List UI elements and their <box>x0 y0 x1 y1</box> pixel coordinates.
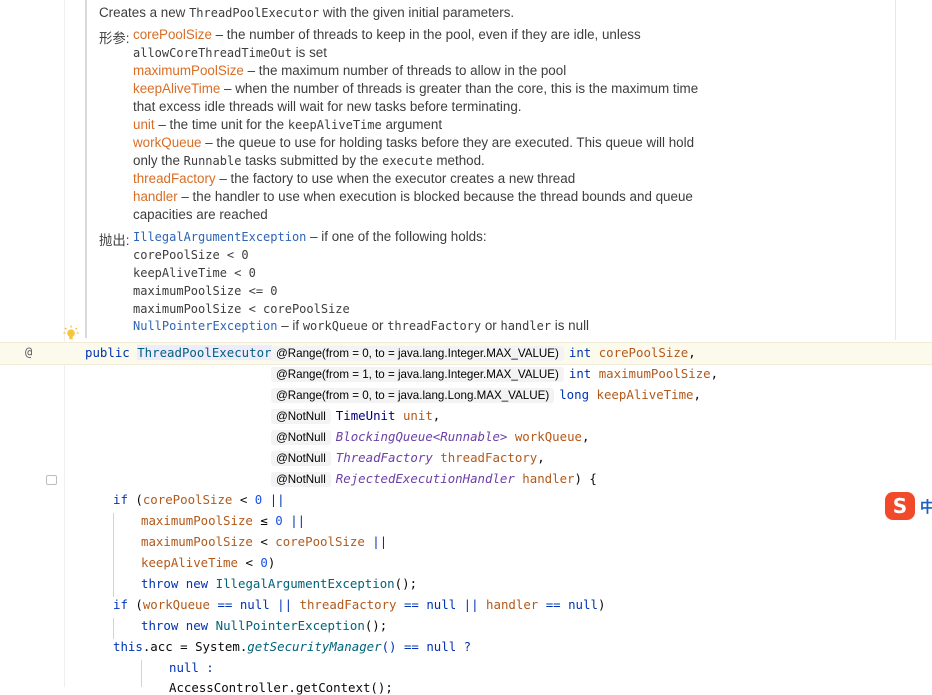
param-name: unit <box>133 117 155 132</box>
param-name: workQueue <box>133 135 202 150</box>
param-name: corePoolSize <box>133 27 212 42</box>
code-line-throw[interactable]: throw new NullPointerException(); <box>141 618 387 633</box>
code-line-cond[interactable]: keepAliveTime < 0) <box>141 555 275 570</box>
code-param-line[interactable]: @Range(from = 1, to = java.lang.Integer.… <box>271 366 718 382</box>
code-line-if[interactable]: if (workQueue == null || threadFactory =… <box>113 597 605 612</box>
inlay-hint-range: @Range(from = 0, to = java.lang.Long.MAX… <box>271 388 555 403</box>
throws-condition: maximumPoolSize < corePoolSize <box>133 302 350 316</box>
code-param-line[interactable]: @Range(from = 0, to = java.lang.Long.MAX… <box>271 387 701 403</box>
param-name: threadFactory <box>133 171 216 186</box>
param-workqueue-cont: only the Runnable tasks submitted by the… <box>133 153 485 168</box>
param-handler: handler – the handler to use when execut… <box>133 189 693 204</box>
throws-condition: corePoolSize < 0 <box>133 248 249 262</box>
inlay-hint-notnull: @NotNull <box>271 451 331 466</box>
code-line-cond[interactable]: maximumPoolSize ≤ 0 || <box>141 513 305 528</box>
param-keepalivetime: keepAliveTime – when the number of threa… <box>133 81 699 96</box>
code-line-cond[interactable]: maximumPoolSize < corePoolSize || <box>141 534 387 549</box>
javadoc-left-border <box>85 0 87 338</box>
indent-guide <box>113 513 114 597</box>
param-maximumpoolsize: maximumPoolSize – the maximum number of … <box>133 63 567 78</box>
illegal-argument-exception-link[interactable]: IllegalArgumentException <box>133 230 306 244</box>
code-line-if[interactable]: if (corePoolSize < 0 || <box>113 492 285 507</box>
sogou-logo-icon[interactable]: S <box>885 492 915 520</box>
inlay-hint-range: @Range(from = 0, to = java.lang.Integer.… <box>271 346 564 361</box>
inlay-hint-notnull: @NotNull <box>271 472 331 487</box>
code-line-partial[interactable]: AccessController.getContext(); <box>169 680 393 695</box>
indent-guide <box>113 618 114 639</box>
inlay-hint-notnull: @NotNull <box>271 409 331 424</box>
throws-label: 抛出: <box>99 233 130 248</box>
throws-condition: keepAliveTime < 0 <box>133 266 256 280</box>
code-line-throw[interactable]: throw new IllegalArgumentException(); <box>141 576 417 591</box>
param-keepalivetime-cont: that excess idle threads will wait for n… <box>133 99 522 114</box>
code-line-assign[interactable]: this.acc = System.getSecurityManager() =… <box>113 639 471 654</box>
params-label: 形参: <box>99 31 130 46</box>
code-param-line[interactable]: @Range(from = 0, to = java.lang.Integer.… <box>271 345 696 361</box>
param-corepoolsize: corePoolSize – the number of threads to … <box>133 27 641 42</box>
inlay-hint-notnull: @NotNull <box>271 430 331 445</box>
javadoc-right-border <box>895 0 896 340</box>
constructor-name[interactable]: ThreadPoolExecutor <box>137 345 272 360</box>
param-handler-cont: capacities are reached <box>133 207 268 222</box>
param-workqueue: workQueue – the queue to use for holding… <box>133 135 695 150</box>
fold-marker-icon[interactable] <box>46 475 57 485</box>
param-name: handler <box>133 189 178 204</box>
throws-iae: IllegalArgumentException – if one of the… <box>133 229 487 244</box>
ime-mode-label[interactable]: 中 <box>920 496 932 517</box>
indent-guide <box>141 660 142 687</box>
doc-intro: Creates a new ThreadPoolExecutor with th… <box>99 5 515 20</box>
param-name: keepAliveTime <box>133 81 221 96</box>
throws-npe: NullPointerException – if workQueue or t… <box>133 318 590 333</box>
ime-toolbar[interactable]: S 中 <box>885 490 932 522</box>
param-threadfactory: threadFactory – the factory to use when … <box>133 171 576 186</box>
code-param-line[interactable]: @NotNull RejectedExecutionHandler handler… <box>271 471 597 487</box>
code-line-null[interactable]: null : <box>169 660 214 675</box>
param-corepoolsize-cont: allowCoreThreadTimeOut is set <box>133 45 327 60</box>
code-line-constructor[interactable]: public ThreadPoolExecutor( <box>85 345 279 360</box>
code-param-line[interactable]: @NotNull TimeUnit unit, <box>271 408 440 424</box>
param-name: maximumPoolSize <box>133 63 244 78</box>
throws-condition: maximumPoolSize <= 0 <box>133 284 278 298</box>
code-param-line[interactable]: @NotNull ThreadFactory threadFactory, <box>271 450 545 466</box>
code-param-line[interactable]: @NotNull BlockingQueue<Runnable> workQueu… <box>271 429 589 445</box>
lightbulb-icon[interactable] <box>63 325 79 341</box>
param-unit: unit – the time unit for the keepAliveTi… <box>133 117 443 132</box>
inlay-hint-range: @Range(from = 1, to = java.lang.Integer.… <box>271 367 564 382</box>
null-pointer-exception-link[interactable]: NullPointerException <box>133 319 278 333</box>
override-gutter-icon[interactable]: @ <box>25 345 32 359</box>
